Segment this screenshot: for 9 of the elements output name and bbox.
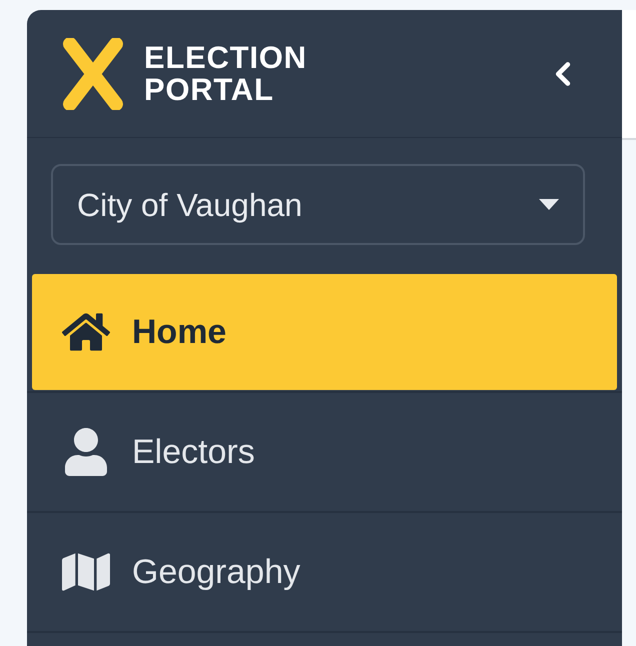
nav-item[interactable]: Electors bbox=[27, 393, 622, 511]
caret-icon bbox=[539, 199, 559, 210]
nav-item[interactable]: Geography bbox=[27, 513, 622, 631]
x-logo-icon bbox=[62, 38, 124, 110]
brand-name: PORTAL bbox=[144, 74, 275, 106]
user-icon bbox=[62, 428, 110, 476]
city-select[interactable]: City of Vaughan bbox=[51, 164, 585, 245]
brand-name: ELECTION bbox=[144, 42, 307, 74]
nav-item[interactable]: Home bbox=[32, 274, 617, 390]
